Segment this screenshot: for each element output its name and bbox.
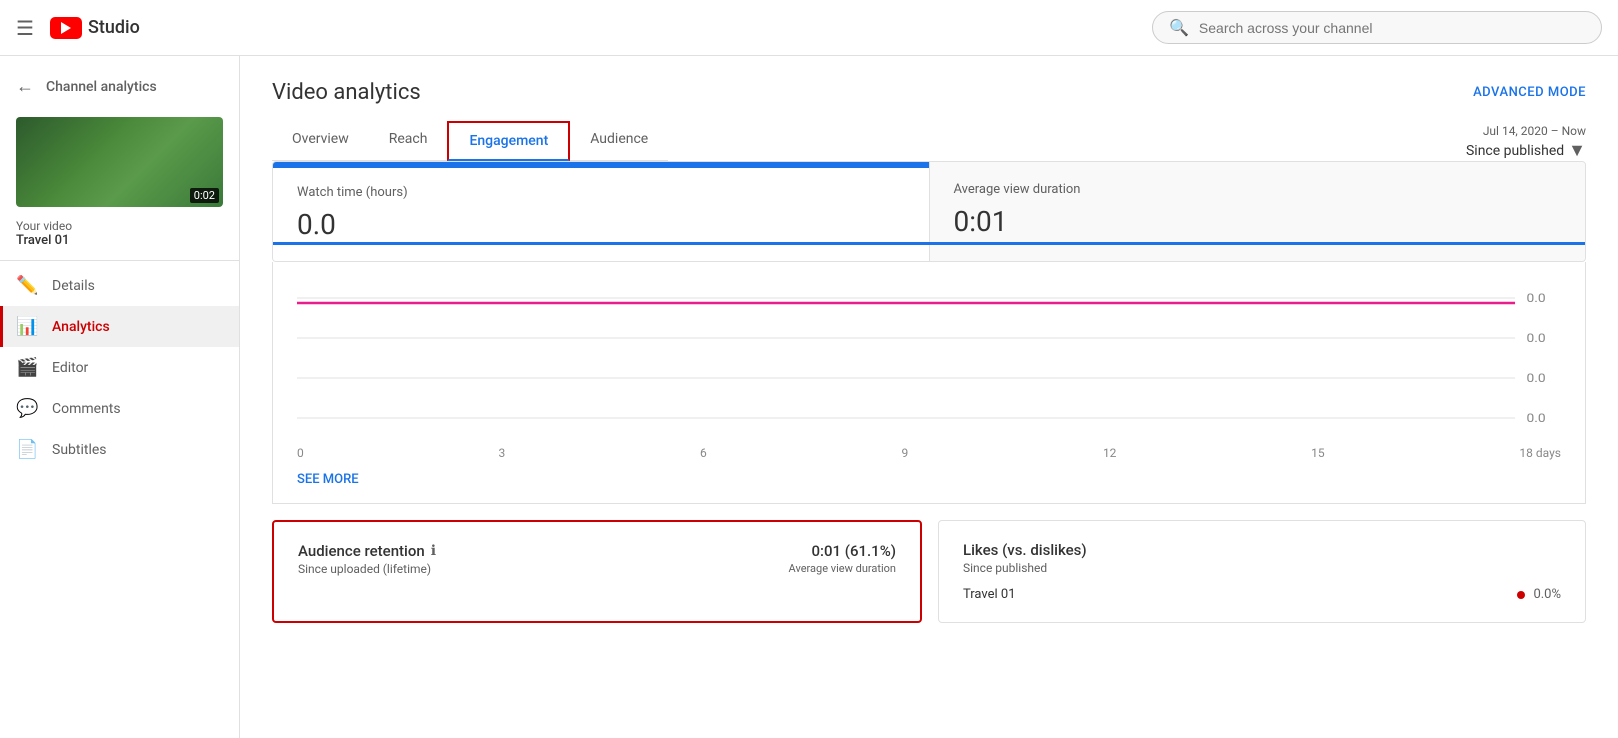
x-label-15: 15 bbox=[1311, 446, 1325, 460]
sidebar-item-label: Editor bbox=[52, 360, 88, 376]
main-content: Video analytics ADVANCED MODE Overview R… bbox=[240, 56, 1618, 738]
hamburger-icon[interactable]: ☰ bbox=[16, 16, 34, 40]
audience-retention-value-sub: Average view duration bbox=[789, 562, 896, 575]
date-range-select[interactable]: Since published ▼ bbox=[1466, 140, 1586, 161]
likes-dislikes-card[interactable]: Likes (vs. dislikes) Since published Tra… bbox=[938, 520, 1586, 623]
sidebar-item-label: Analytics bbox=[52, 319, 110, 335]
sidebar-item-analytics[interactable]: 📊 Analytics bbox=[0, 306, 239, 347]
audience-retention-title-group: Audience retention ℹ Since uploaded (lif… bbox=[298, 542, 436, 576]
subtitles-icon: 📄 bbox=[16, 439, 36, 460]
metric-watch-time-label: Watch time (hours) bbox=[297, 185, 905, 200]
metric-avg-value: 0:01 bbox=[954, 205, 1562, 238]
see-more-button[interactable]: SEE MORE bbox=[297, 464, 359, 495]
your-video-label: Your video bbox=[16, 219, 223, 233]
advanced-mode-button[interactable]: ADVANCED MODE bbox=[1473, 85, 1586, 100]
details-icon: ✏️ bbox=[16, 275, 36, 296]
search-bar[interactable]: 🔍 bbox=[1152, 11, 1602, 44]
tab-audience[interactable]: Audience bbox=[570, 121, 668, 161]
x-label-9: 9 bbox=[901, 446, 908, 460]
video-thumbnail[interactable]: 0:02 bbox=[16, 117, 223, 207]
svg-text:0.0: 0.0 bbox=[1527, 412, 1546, 426]
sidebar: ← Channel analytics 0:02 Your video Trav… bbox=[0, 56, 240, 738]
metric-watch-time[interactable]: Watch time (hours) 0.0 bbox=[273, 162, 929, 261]
video-title: Travel 01 bbox=[16, 233, 223, 248]
svg-text:0.0: 0.0 bbox=[1527, 372, 1546, 386]
comments-icon: 💬 bbox=[16, 398, 36, 419]
svg-text:0.0: 0.0 bbox=[1527, 332, 1546, 346]
content-header: Video analytics ADVANCED MODE bbox=[272, 80, 1586, 105]
metric-watch-time-value: 0.0 bbox=[297, 208, 905, 241]
x-label-12: 12 bbox=[1103, 446, 1117, 460]
x-label-18: 18 days bbox=[1519, 446, 1561, 460]
top-nav: ☰ Studio 🔍 bbox=[0, 0, 1618, 56]
sidebar-divider bbox=[0, 260, 239, 261]
sidebar-item-editor[interactable]: 🎬 Editor bbox=[0, 347, 239, 388]
back-icon: ← bbox=[16, 76, 34, 97]
likes-dislikes-header: Likes (vs. dislikes) Since published bbox=[963, 541, 1561, 575]
sidebar-item-subtitles[interactable]: 📄 Subtitles bbox=[0, 429, 239, 470]
date-range-text: Jul 14, 2020 – Now bbox=[1483, 124, 1586, 138]
video-placeholder: 0:02 bbox=[16, 117, 223, 207]
tab-reach[interactable]: Reach bbox=[369, 121, 448, 161]
likes-dislikes-title-group: Likes (vs. dislikes) Since published bbox=[963, 541, 1087, 575]
editor-icon: 🎬 bbox=[16, 357, 36, 378]
bottom-cards: Audience retention ℹ Since uploaded (lif… bbox=[272, 520, 1586, 623]
logo: Studio bbox=[50, 17, 140, 39]
video-duration: 0:02 bbox=[190, 188, 219, 203]
likes-dislikes-subtitle: Since published bbox=[963, 561, 1087, 575]
video-info: Your video Travel 01 bbox=[0, 215, 239, 256]
search-input[interactable] bbox=[1199, 20, 1585, 36]
likes-dislikes-title: Likes (vs. dislikes) bbox=[963, 541, 1087, 559]
sidebar-item-label: Details bbox=[52, 278, 95, 294]
youtube-icon bbox=[50, 17, 82, 39]
chart-area: 0.0 0.0 0.0 0.0 0 3 6 9 12 15 18 days SE… bbox=[272, 262, 1586, 504]
logo-text: Studio bbox=[88, 17, 140, 38]
x-label-6: 6 bbox=[700, 446, 707, 460]
metrics-row: Watch time (hours) 0.0 Average view dura… bbox=[272, 161, 1586, 262]
tab-overview[interactable]: Overview bbox=[272, 121, 369, 161]
audience-retention-value-group: 0:01 (61.1%) Average view duration bbox=[789, 542, 896, 575]
info-icon: ℹ bbox=[431, 543, 436, 559]
page-title: Video analytics bbox=[272, 80, 421, 105]
likes-pct: 0.0% bbox=[1533, 587, 1561, 602]
sidebar-item-label: Subtitles bbox=[52, 442, 107, 458]
active-indicator bbox=[0, 306, 3, 347]
sidebar-back[interactable]: ← Channel analytics bbox=[0, 64, 239, 109]
audience-retention-card[interactable]: Audience retention ℹ Since uploaded (lif… bbox=[272, 520, 922, 623]
chart-svg: 0.0 0.0 0.0 0.0 bbox=[297, 278, 1561, 438]
audience-retention-value: 0:01 (61.1%) bbox=[789, 542, 896, 560]
analytics-tabs: Overview Reach Engagement Audience bbox=[272, 121, 668, 161]
svg-text:0.0: 0.0 bbox=[1527, 292, 1546, 306]
sidebar-item-label: Comments bbox=[52, 401, 121, 417]
x-label-0: 0 bbox=[297, 446, 304, 460]
bar-dot bbox=[1517, 591, 1525, 599]
date-range-container: Jul 14, 2020 – Now Since published ▼ bbox=[1466, 124, 1586, 161]
period-label: Since published bbox=[1466, 143, 1564, 159]
x-label-3: 3 bbox=[498, 446, 505, 460]
likes-bar: 0.0% bbox=[1517, 587, 1561, 602]
audience-retention-subtitle: Since uploaded (lifetime) bbox=[298, 562, 436, 576]
chevron-down-icon: ▼ bbox=[1568, 140, 1586, 161]
metric-avg-label: Average view duration bbox=[954, 182, 1562, 197]
likes-data-row: Travel 01 0.0% bbox=[963, 587, 1561, 602]
audience-retention-header: Audience retention ℹ Since uploaded (lif… bbox=[298, 542, 896, 576]
audience-retention-title: Audience retention ℹ bbox=[298, 542, 436, 560]
channel-analytics-label: Channel analytics bbox=[46, 79, 157, 95]
sidebar-item-details[interactable]: ✏️ Details bbox=[0, 265, 239, 306]
analytics-icon: 📊 bbox=[16, 316, 36, 337]
search-icon: 🔍 bbox=[1169, 18, 1189, 37]
likes-video-name: Travel 01 bbox=[963, 587, 1016, 602]
sidebar-item-comments[interactable]: 💬 Comments bbox=[0, 388, 239, 429]
metric-avg-view-duration[interactable]: Average view duration 0:01 bbox=[929, 162, 1586, 261]
tab-engagement[interactable]: Engagement bbox=[447, 121, 570, 161]
